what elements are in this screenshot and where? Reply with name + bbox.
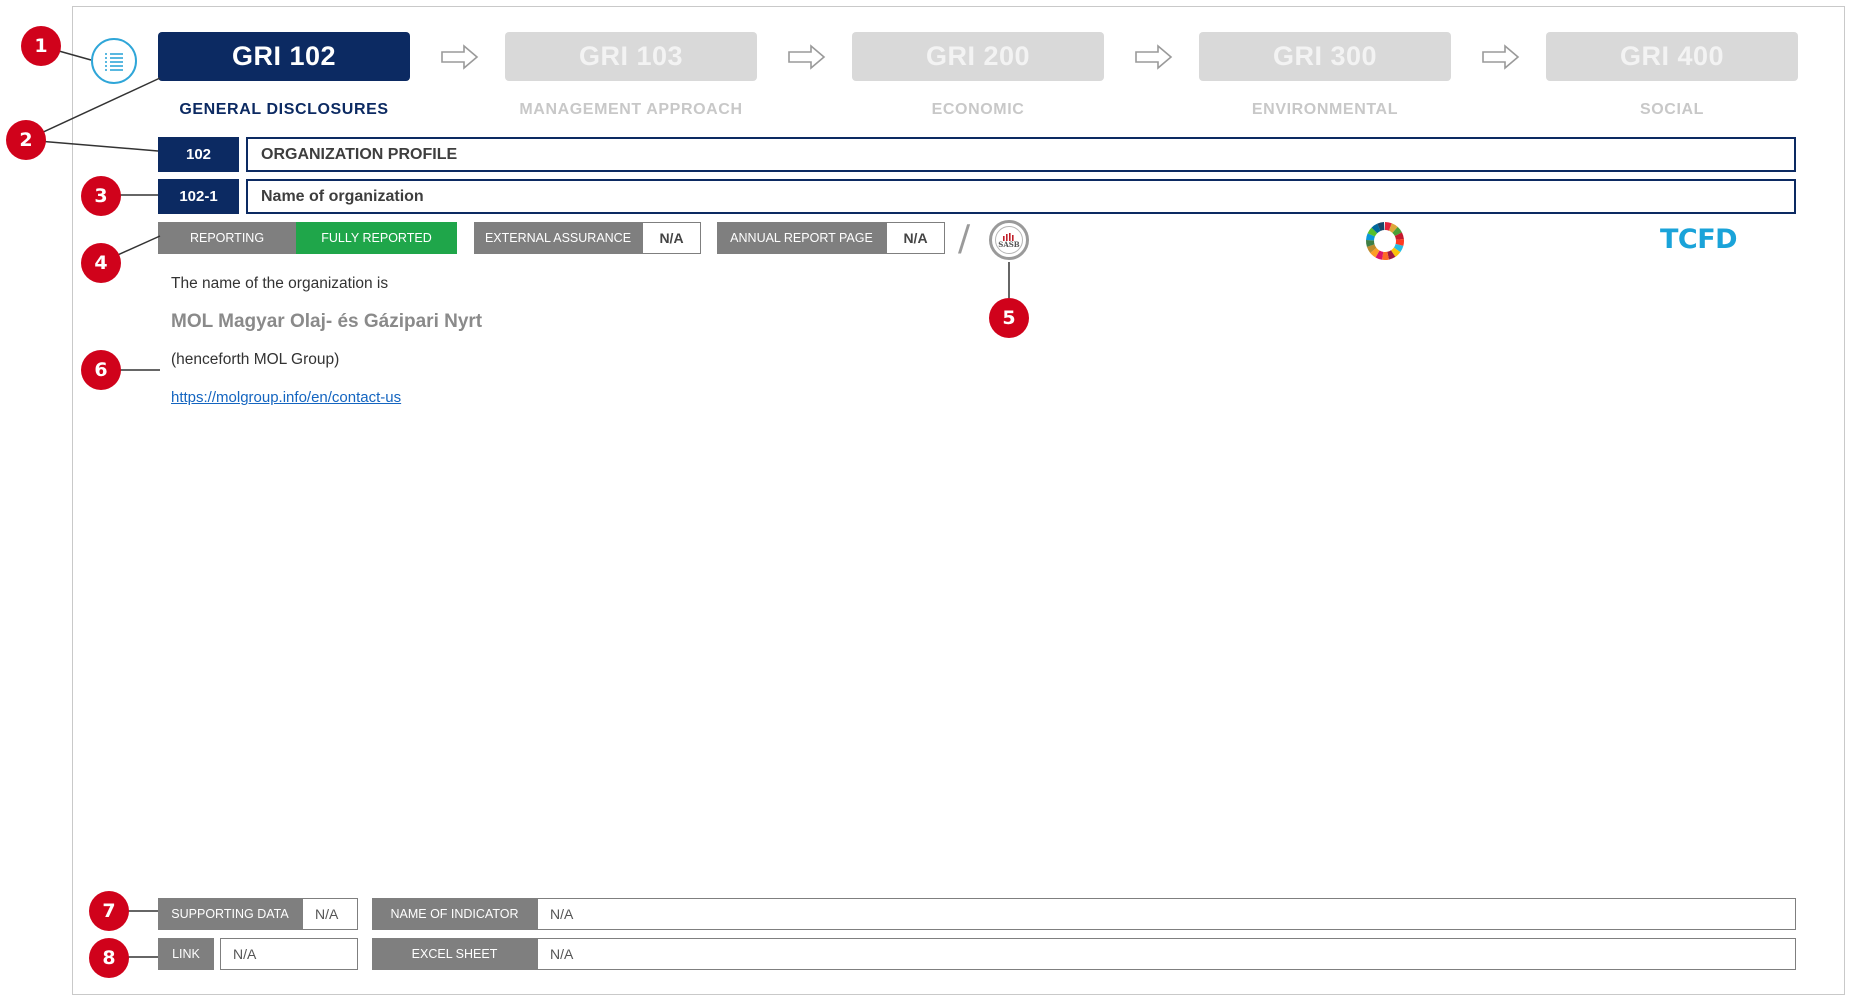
note-text: (henceforth MOL Group) xyxy=(171,351,340,368)
tcfd-logo[interactable]: TCFD xyxy=(1660,224,1738,255)
reporting-label: REPORTING xyxy=(158,222,296,254)
list-menu-icon[interactable] xyxy=(91,38,137,84)
name-of-indicator-value: N/A xyxy=(537,898,1796,930)
contact-link[interactable]: https://molgroup.info/en/contact-us xyxy=(171,389,401,406)
tab-label-social[interactable]: SOCIAL xyxy=(1546,101,1798,119)
link-label: LINK xyxy=(158,938,214,970)
section-code: 102 xyxy=(158,137,239,172)
annual-report-page-label: ANNUAL REPORT PAGE xyxy=(717,222,886,254)
sasb-logo[interactable]: SASB xyxy=(989,220,1029,260)
excel-sheet-label: EXCEL SHEET xyxy=(372,938,537,970)
right-arrow-icon xyxy=(1482,44,1520,70)
tab-gri-102[interactable]: GRI 102 xyxy=(158,32,410,81)
sasb-seal: SASB xyxy=(995,226,1023,254)
right-arrow-icon xyxy=(1135,44,1173,70)
right-arrow-icon xyxy=(441,44,479,70)
callout-2: 2 xyxy=(6,120,46,160)
callout-5: 5 xyxy=(989,298,1029,338)
annual-report-page-value: N/A xyxy=(886,222,945,254)
section-title: ORGANIZATION PROFILE xyxy=(246,137,1796,172)
tab-label-general-disclosures[interactable]: GENERAL DISCLOSURES xyxy=(158,101,410,119)
callout-3: 3 xyxy=(81,176,121,216)
indicator-code: 102-1 xyxy=(158,179,239,214)
tab-gri-400[interactable]: GRI 400 xyxy=(1546,32,1798,81)
tab-gri-300[interactable]: GRI 300 xyxy=(1199,32,1451,81)
separator-slash: / xyxy=(958,218,971,259)
organization-name: MOL Magyar Olaj- és Gázipari Nyrt xyxy=(171,311,483,332)
callout-4: 4 xyxy=(81,243,121,283)
indicator-title: Name of organization xyxy=(246,179,1796,214)
callout-6: 6 xyxy=(81,350,121,390)
tab-label-economic[interactable]: ECONOMIC xyxy=(852,101,1104,119)
sdg-wheel-icon[interactable] xyxy=(1365,221,1405,261)
intro-text: The name of the organization is xyxy=(171,275,389,292)
list-glyph xyxy=(105,53,123,71)
excel-sheet-value: N/A xyxy=(537,938,1796,970)
tab-label-environmental[interactable]: ENVIRONMENTAL xyxy=(1199,101,1451,119)
name-of-indicator-label: NAME OF INDICATOR xyxy=(372,898,537,930)
callout-8: 8 xyxy=(89,938,129,978)
supporting-data-label: SUPPORTING DATA xyxy=(158,898,302,930)
callout-7: 7 xyxy=(89,891,129,931)
tab-gri-103[interactable]: GRI 103 xyxy=(505,32,757,81)
sasb-text: SASB xyxy=(998,239,1020,249)
external-assurance-label: EXTERNAL ASSURANCE xyxy=(474,222,642,254)
external-assurance-value: N/A xyxy=(642,222,701,254)
right-arrow-icon xyxy=(788,44,826,70)
callout-1: 1 xyxy=(21,26,61,66)
tab-gri-200[interactable]: GRI 200 xyxy=(852,32,1104,81)
supporting-data-value: N/A xyxy=(302,898,358,930)
tab-label-management-approach[interactable]: MANAGEMENT APPROACH xyxy=(505,101,757,119)
link-value[interactable]: N/A xyxy=(220,938,358,970)
reporting-status-badge: FULLY REPORTED xyxy=(296,222,457,254)
